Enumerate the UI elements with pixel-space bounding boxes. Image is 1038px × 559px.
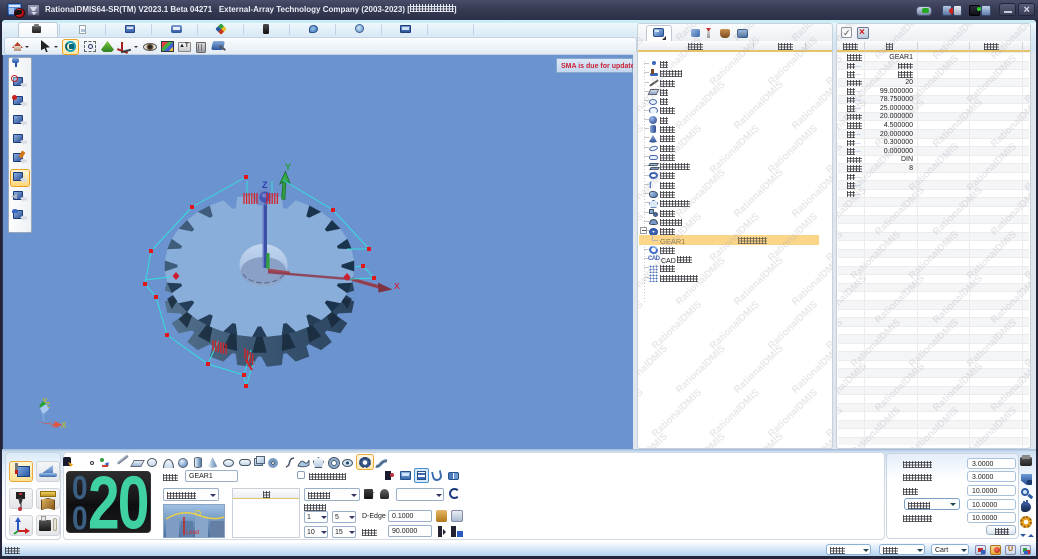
svg-text:Y: Y bbox=[285, 162, 291, 172]
svg-text:Z: Z bbox=[262, 180, 268, 190]
svg-text:X: X bbox=[394, 281, 400, 291]
svg-text:X: X bbox=[61, 421, 67, 430]
